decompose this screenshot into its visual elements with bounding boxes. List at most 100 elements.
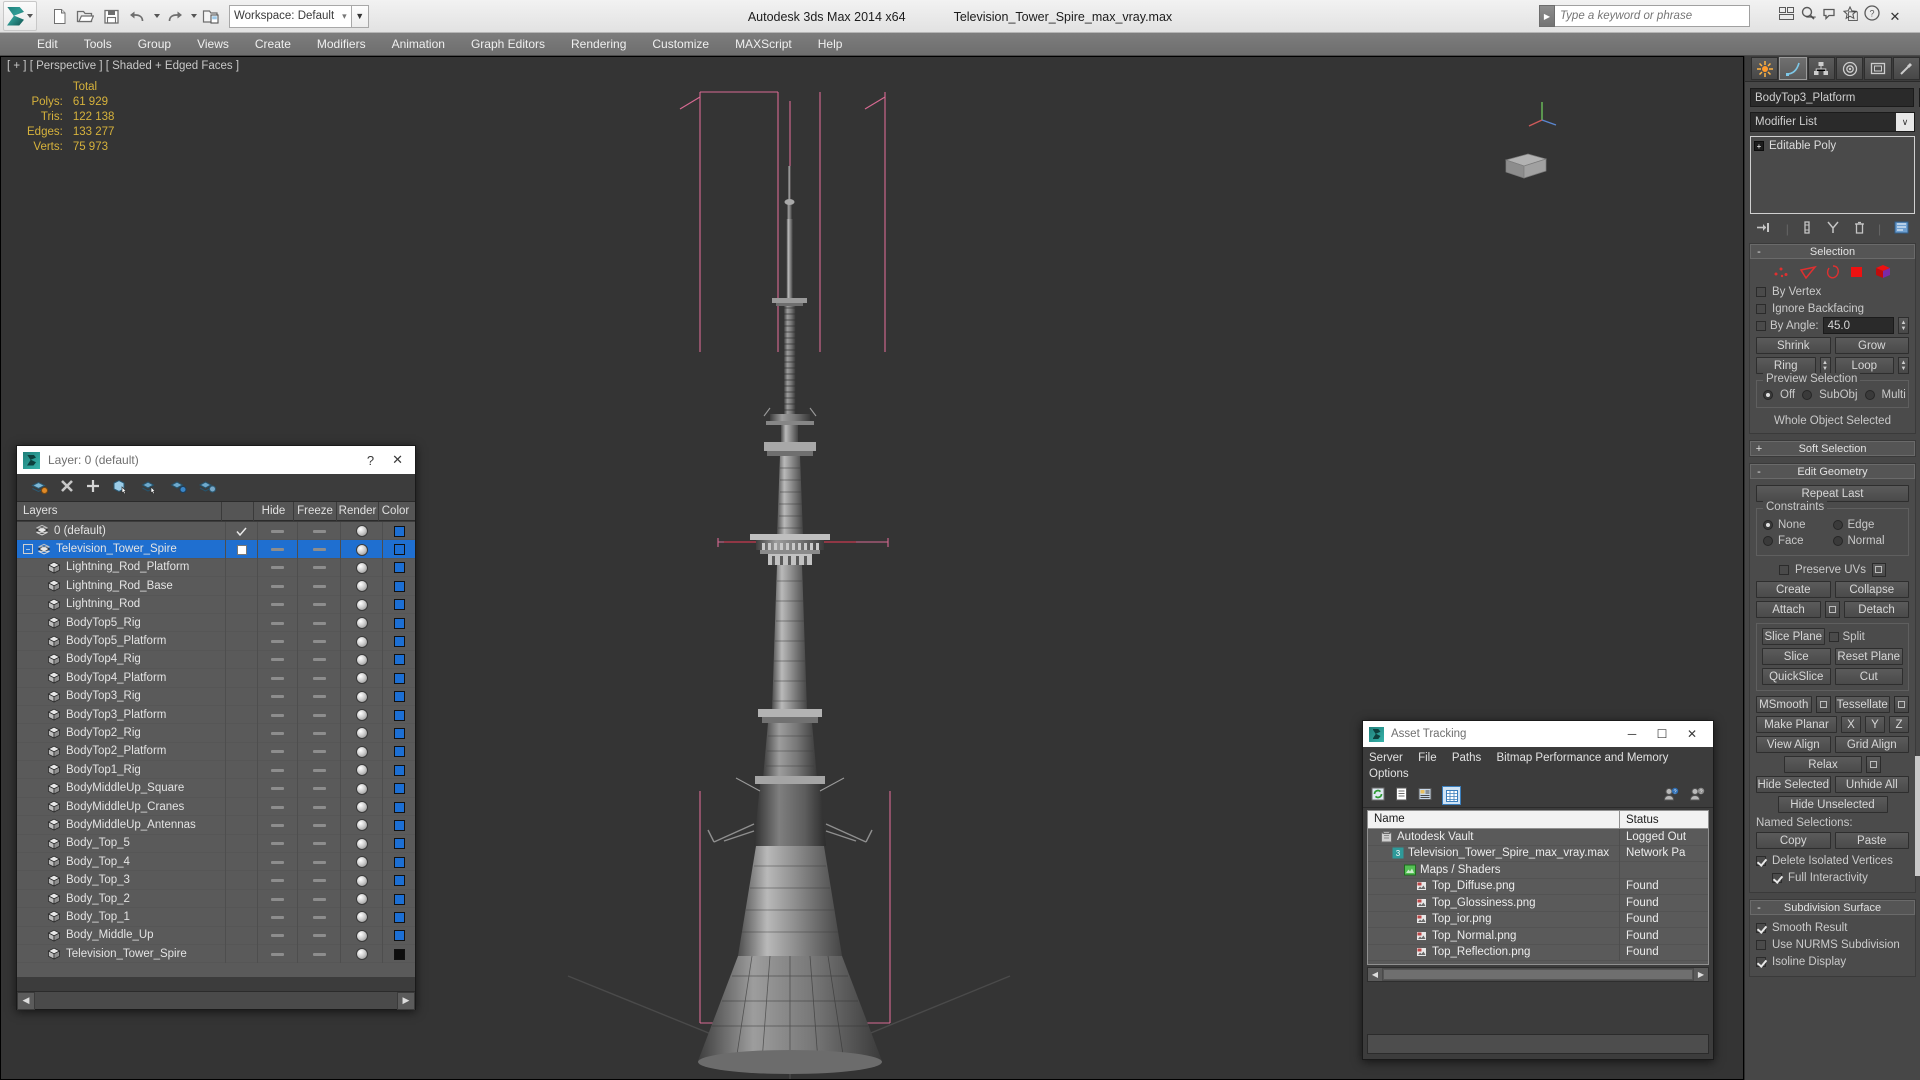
grid-view-icon[interactable] (1442, 786, 1461, 805)
workspace-more-button[interactable]: ▼ (351, 4, 369, 28)
layer-row[interactable]: 0 (default) (17, 522, 415, 541)
asset-row[interactable]: Top_ior.png Found (1368, 911, 1708, 928)
layer-color-cell[interactable] (382, 853, 415, 872)
layer-freeze-cell[interactable] (297, 632, 340, 651)
layer-row[interactable]: BodyMiddleUp_Square (17, 779, 415, 798)
layer-hide-cell[interactable] (257, 761, 297, 780)
subdivision-collapse-icon[interactable]: - (1751, 902, 1767, 914)
layer-render-cell[interactable] (340, 558, 382, 578)
edge-icon[interactable] (1799, 265, 1817, 282)
layer-render-cell[interactable] (340, 705, 382, 725)
show-end-result-icon[interactable] (1801, 220, 1813, 237)
hide-selected-button[interactable]: Hide Selected (1756, 776, 1831, 793)
asset-row[interactable]: Top_Reflection.png Found (1368, 944, 1708, 961)
add-selection-to-layer-icon[interactable] (86, 479, 100, 496)
layer-hide-cell[interactable] (257, 797, 297, 817)
preview-subobj-radio[interactable] (1802, 390, 1813, 400)
layer-render-cell[interactable] (340, 761, 382, 780)
menu-item-tools[interactable]: Tools (71, 33, 125, 56)
layer-render-cell[interactable] (340, 669, 382, 688)
layer-hide-cell[interactable] (257, 816, 297, 835)
app-logo-button[interactable] (3, 1, 37, 31)
detail-view-icon[interactable] (1418, 787, 1432, 804)
selection-collapse-icon[interactable]: - (1751, 246, 1767, 258)
make-unique-icon[interactable] (1826, 221, 1840, 237)
asset-tracking-dialog[interactable]: Asset Tracking ─ ☐ ✕ Server File Paths B… (1362, 720, 1714, 1060)
menu-item-edit[interactable]: Edit (24, 33, 71, 56)
select-layer-objects-icon[interactable] (112, 479, 129, 497)
layer-render-cell[interactable] (340, 816, 382, 835)
undo-dropdown-icon[interactable] (151, 4, 160, 28)
layer-color-cell[interactable] (382, 687, 415, 706)
layer-color-cell[interactable] (382, 889, 415, 909)
layer-current-cell[interactable] (225, 834, 257, 854)
layer-list-scrollbar[interactable]: ◀ ▶ (17, 991, 415, 1010)
layer-freeze-cell[interactable] (297, 705, 340, 725)
layer-render-cell[interactable] (340, 889, 382, 909)
layer-render-cell[interactable] (340, 650, 382, 670)
layer-row[interactable]: Body_Top_1 (17, 908, 415, 927)
layer-render-cell[interactable] (340, 926, 382, 945)
by-angle-spinner[interactable]: ▲ ▼ (1898, 317, 1909, 334)
asset-menu-bitmap-performance[interactable]: Bitmap Performance and Memory (1496, 752, 1668, 764)
layer-hide-cell[interactable] (257, 613, 297, 633)
menu-item-animation[interactable]: Animation (379, 33, 458, 56)
menu-item-help[interactable]: Help (805, 33, 856, 56)
layer-render-cell[interactable] (340, 853, 382, 872)
asset-horizontal-scrollbar[interactable]: ◀ ▶ (1367, 967, 1709, 982)
by-angle-value[interactable]: 45.0 (1822, 317, 1894, 334)
layer-current-cell[interactable] (225, 889, 257, 909)
search-input[interactable] (1555, 5, 1750, 27)
layer-freeze-cell[interactable] (297, 577, 340, 596)
attach-button[interactable]: Attach (1756, 601, 1821, 618)
ring-button[interactable]: Ring (1756, 357, 1816, 374)
layer-freeze-cell[interactable] (297, 908, 340, 927)
grid-align-button[interactable]: Grid Align (1834, 736, 1909, 753)
layer-color-cell[interactable] (382, 632, 415, 651)
layer-color-cell[interactable] (382, 724, 415, 743)
quickslice-button[interactable]: QuickSlice (1762, 668, 1831, 685)
layer-freeze-cell[interactable] (297, 540, 340, 559)
layer-color-cell[interactable] (382, 926, 415, 945)
asset-scroll-thumb[interactable] (1383, 969, 1693, 980)
make-planar-z-button[interactable]: Z (1889, 716, 1909, 733)
save-file-icon[interactable] (99, 4, 123, 28)
layer-render-cell[interactable] (340, 724, 382, 743)
asset-row[interactable]: Top_Glossiness.png Found (1368, 894, 1708, 912)
polygon-icon[interactable] (1849, 265, 1865, 282)
layer-hide-cell[interactable] (257, 687, 297, 706)
layer-render-cell[interactable] (340, 632, 382, 651)
layer-row[interactable]: Lightning_Rod_Base (17, 577, 415, 596)
asset-row[interactable]: 3 Television_Tower_Spire_max_vray.max Netw… (1368, 845, 1708, 862)
layer-row[interactable]: BodyMiddleUp_Cranes (17, 797, 415, 817)
scroll-left-arrow-icon[interactable]: ◀ (17, 991, 35, 1010)
layer-hide-cell[interactable] (257, 871, 297, 890)
scroll-right-arrow-icon[interactable]: ▶ (397, 991, 415, 1010)
layer-color-cell[interactable] (382, 834, 415, 854)
grow-button[interactable]: Grow (1834, 337, 1909, 354)
layer-hide-cell[interactable] (257, 853, 297, 872)
make-planar-y-button[interactable]: Y (1865, 716, 1885, 733)
asset-maximize-button[interactable]: ☐ (1647, 721, 1677, 747)
add-user-icon[interactable]: ? (1663, 787, 1679, 805)
layer-color-cell[interactable] (382, 816, 415, 835)
layer-freeze-cell[interactable] (297, 853, 340, 872)
layer-freeze-cell[interactable] (297, 761, 340, 780)
layer-freeze-cell[interactable] (297, 834, 340, 854)
layer-render-cell[interactable] (340, 871, 382, 890)
layer-color-cell[interactable] (382, 669, 415, 688)
layer-freeze-cell[interactable] (297, 724, 340, 743)
maximize-button[interactable]: ☐ (1832, 0, 1874, 33)
layer-freeze-cell[interactable] (297, 816, 340, 835)
asset-row[interactable]: Autodesk Vault Logged Out (1368, 829, 1708, 846)
layer-row[interactable]: Body_Top_5 (17, 834, 415, 854)
layer-hide-cell[interactable] (257, 742, 297, 762)
layer-color-cell[interactable] (382, 522, 415, 541)
layer-color-cell[interactable] (382, 595, 415, 614)
layer-hide-cell[interactable] (257, 705, 297, 725)
smooth-result-checkbox[interactable] (1756, 922, 1766, 933)
layer-current-cell[interactable] (225, 577, 257, 596)
layer-current-cell[interactable] (225, 522, 257, 541)
layer-list[interactable]: 0 (default) − Television_Tower_Spire Lightn… (17, 522, 415, 977)
preserve-uvs-checkbox[interactable] (1779, 564, 1790, 575)
